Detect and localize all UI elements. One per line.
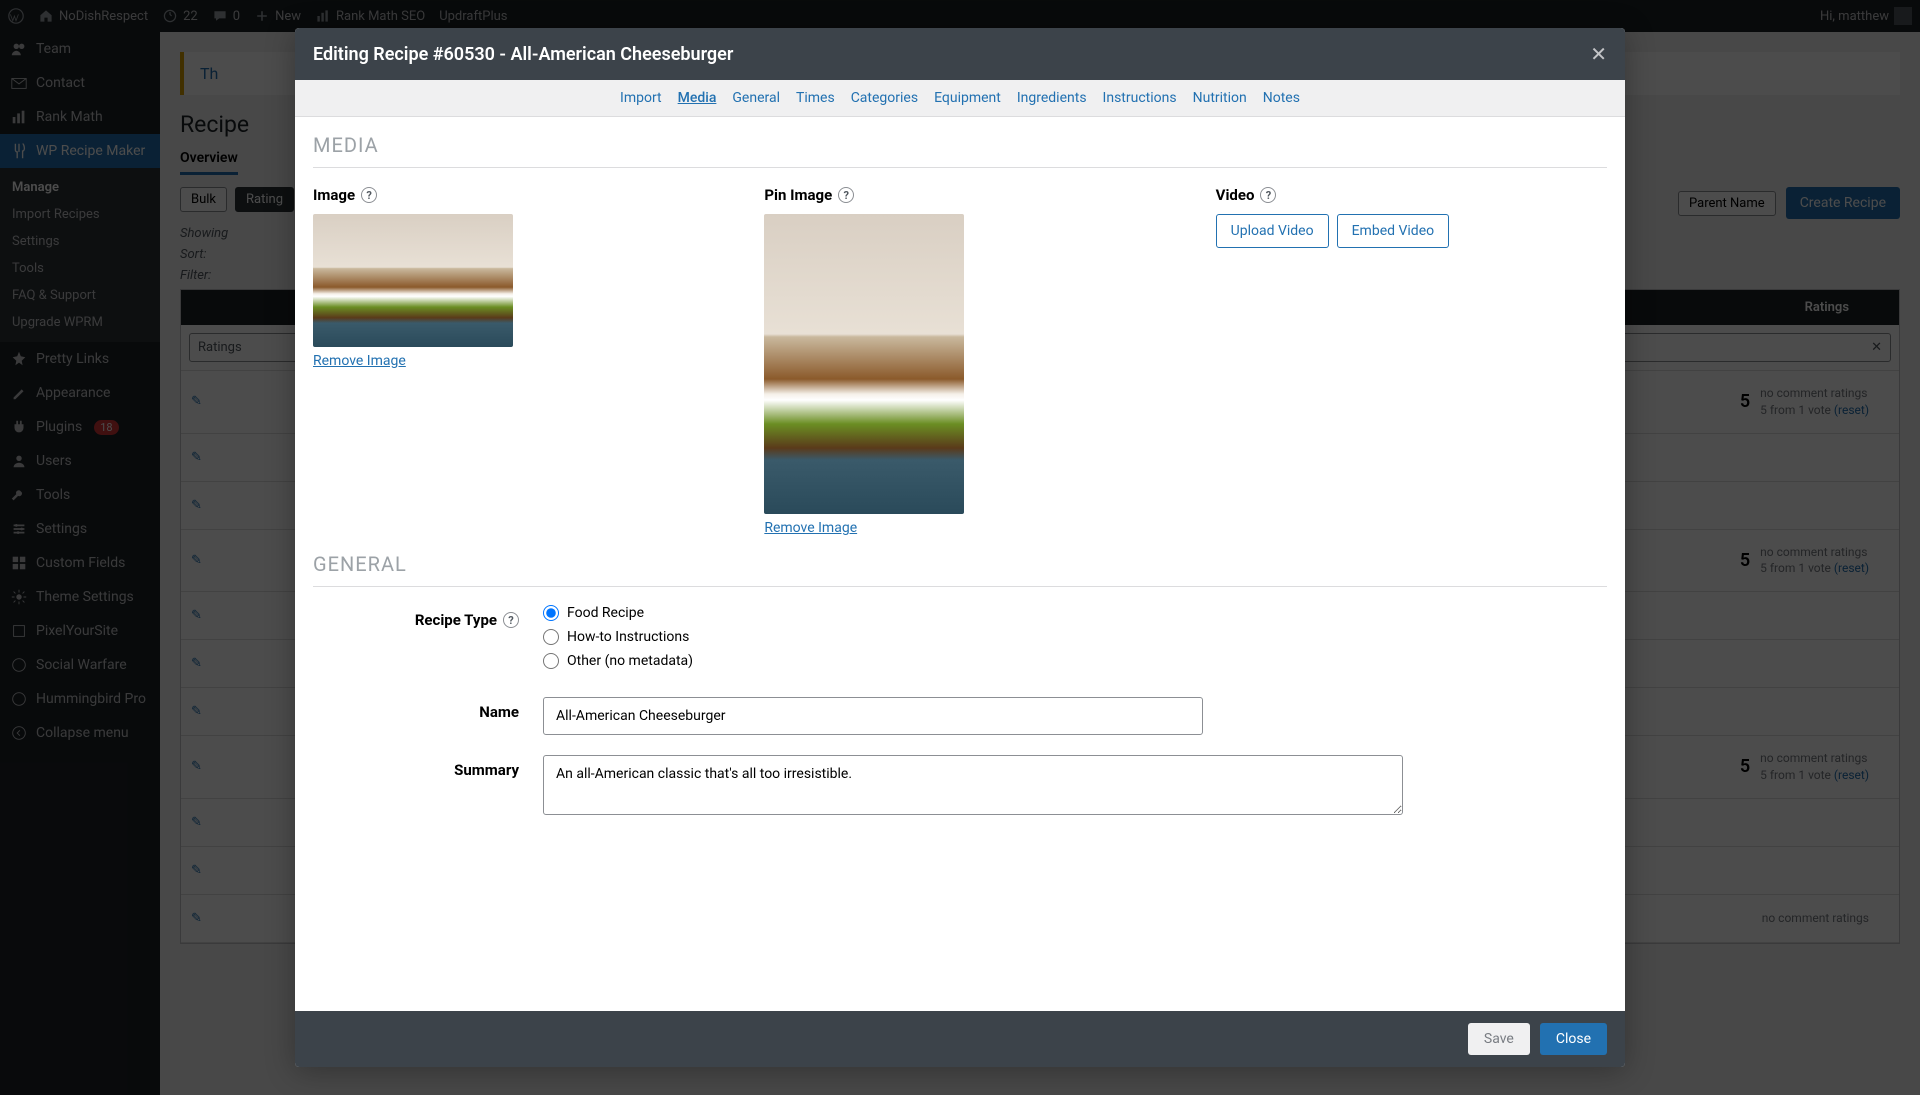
- recipe-type-label: Recipe Type?: [313, 605, 543, 629]
- name-label: Name: [313, 697, 543, 721]
- tab-ingredients[interactable]: Ingredients: [1017, 90, 1087, 106]
- help-icon[interactable]: ?: [361, 187, 377, 203]
- recipe-type-other[interactable]: Other (no metadata): [543, 653, 1607, 669]
- help-icon[interactable]: ?: [503, 612, 519, 628]
- remove-image-link[interactable]: Remove Image: [313, 353, 406, 369]
- pin-image-thumb[interactable]: [764, 214, 964, 514]
- section-general-title: GENERAL: [313, 536, 1607, 587]
- tab-nutrition[interactable]: Nutrition: [1193, 90, 1247, 106]
- upload-video-button[interactable]: Upload Video: [1216, 214, 1329, 248]
- tab-import[interactable]: Import: [620, 90, 662, 106]
- recipe-type-food[interactable]: Food Recipe: [543, 605, 1607, 621]
- summary-label: Summary: [313, 755, 543, 779]
- video-label: Video?: [1216, 186, 1607, 204]
- recipe-type-howto[interactable]: How-to Instructions: [543, 629, 1607, 645]
- help-icon[interactable]: ?: [1260, 187, 1276, 203]
- modal-title: Editing Recipe #60530 - All-American Che…: [313, 44, 733, 65]
- summary-input[interactable]: [543, 755, 1403, 815]
- modal-tabs: Import Media General Times Categories Eq…: [295, 80, 1625, 117]
- modal-footer: Save Close: [295, 1011, 1625, 1067]
- tab-equipment[interactable]: Equipment: [934, 90, 1001, 106]
- help-icon[interactable]: ?: [838, 187, 854, 203]
- recipe-image-thumb[interactable]: [313, 214, 513, 347]
- modal-body: MEDIA Image? Remove Image Pin Image? Rem…: [295, 117, 1625, 1011]
- name-input[interactable]: [543, 697, 1203, 735]
- tab-general[interactable]: General: [732, 90, 780, 106]
- tab-media[interactable]: Media: [678, 90, 717, 106]
- image-label: Image?: [313, 186, 704, 204]
- section-media-title: MEDIA: [313, 117, 1607, 168]
- embed-video-button[interactable]: Embed Video: [1337, 214, 1450, 248]
- close-icon[interactable]: ✕: [1590, 42, 1607, 66]
- tab-categories[interactable]: Categories: [851, 90, 918, 106]
- tab-times[interactable]: Times: [796, 90, 835, 106]
- tab-instructions[interactable]: Instructions: [1103, 90, 1177, 106]
- remove-pin-image-link[interactable]: Remove Image: [764, 520, 857, 536]
- save-button[interactable]: Save: [1468, 1023, 1530, 1055]
- close-button[interactable]: Close: [1540, 1023, 1607, 1055]
- tab-notes[interactable]: Notes: [1263, 90, 1300, 106]
- pin-image-label: Pin Image?: [764, 186, 1155, 204]
- recipe-editor-modal: Editing Recipe #60530 - All-American Che…: [295, 28, 1625, 1067]
- modal-header: Editing Recipe #60530 - All-American Che…: [295, 28, 1625, 80]
